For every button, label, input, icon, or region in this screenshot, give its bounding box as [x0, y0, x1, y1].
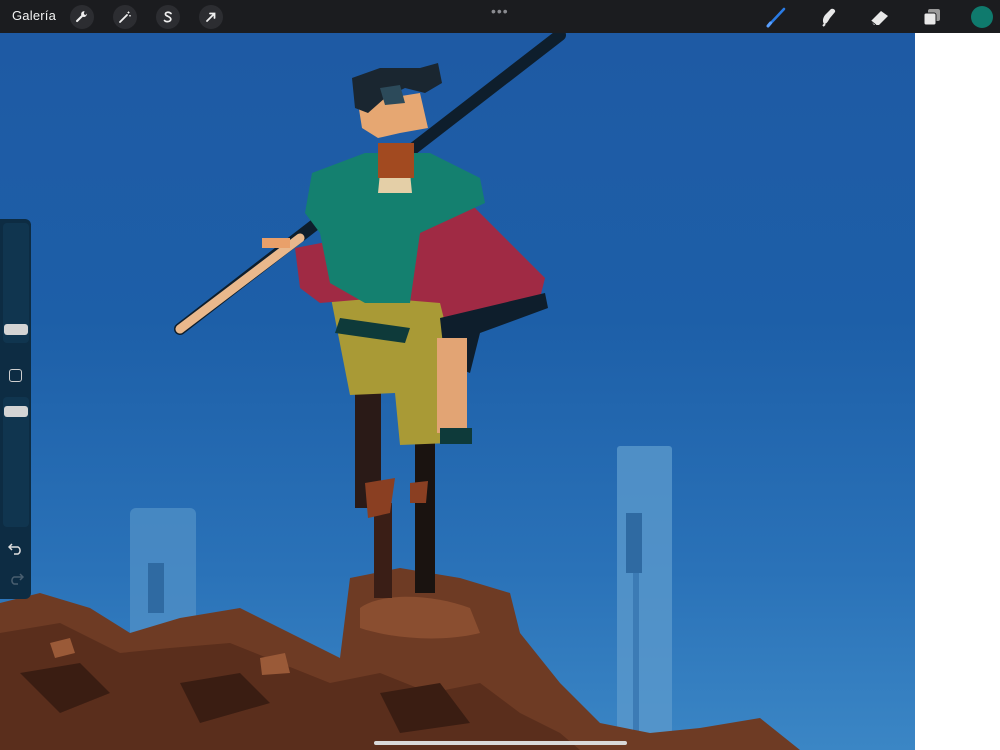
top-toolbar: Galería ••• — [0, 0, 1000, 33]
home-indicator[interactable] — [374, 741, 627, 745]
adjustments-button[interactable] — [113, 5, 137, 29]
transform-arrow-icon — [206, 12, 216, 22]
layers-tool[interactable] — [919, 4, 945, 30]
undo-icon[interactable] — [8, 541, 24, 555]
wrench-icon — [75, 11, 87, 23]
selection-s-icon — [163, 11, 172, 23]
modify-square-icon[interactable] — [9, 369, 22, 382]
eraser-icon — [870, 11, 888, 26]
selection-button[interactable] — [156, 5, 180, 29]
layers-icon — [923, 9, 940, 26]
redo-icon[interactable] — [8, 571, 24, 585]
more-options[interactable]: ••• — [491, 3, 509, 19]
smudge-icon — [822, 8, 836, 27]
eraser-tool[interactable] — [867, 4, 893, 30]
transform-button[interactable] — [199, 5, 223, 29]
brush-icon — [766, 7, 786, 28]
brush-size-thumb[interactable] — [4, 324, 28, 335]
magic-wand-icon — [119, 11, 131, 23]
brush-sidebar — [0, 219, 31, 599]
artwork-illustration — [0, 33, 800, 750]
actions-button[interactable] — [70, 5, 94, 29]
brush-tool[interactable] — [764, 4, 790, 30]
opacity-thumb[interactable] — [4, 406, 28, 417]
smudge-tool[interactable] — [816, 4, 842, 30]
gallery-button[interactable]: Galería — [12, 8, 56, 23]
drawing-canvas[interactable] — [0, 33, 915, 750]
color-picker[interactable] — [971, 6, 993, 28]
